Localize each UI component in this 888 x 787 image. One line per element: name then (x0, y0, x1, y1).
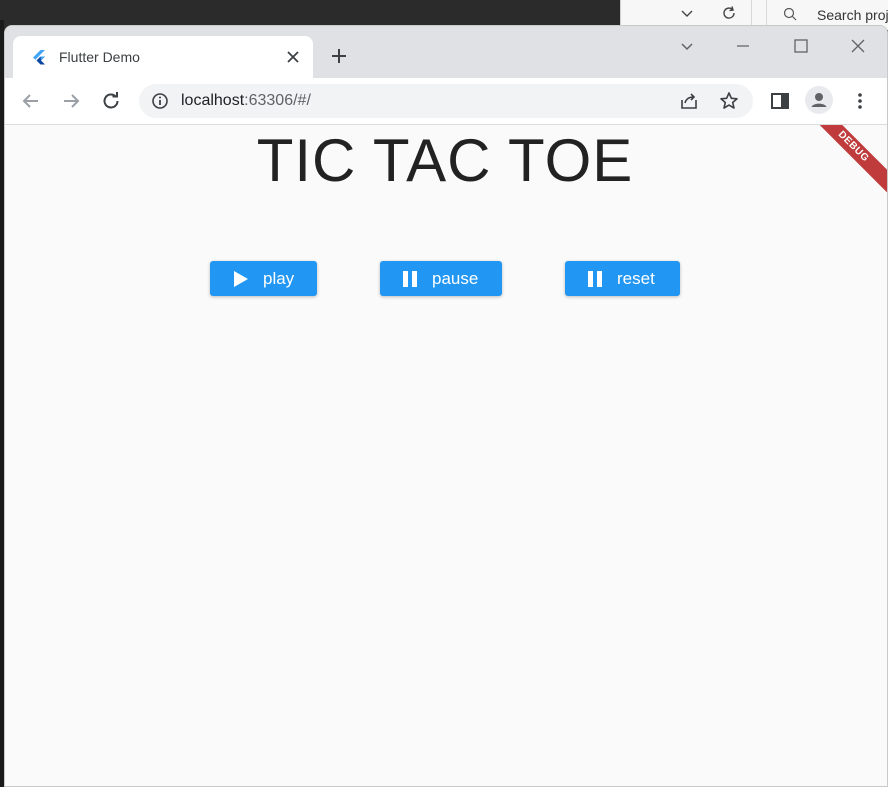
tab-strip: Flutter Demo (5, 26, 887, 78)
pause-button[interactable]: pause (380, 261, 502, 296)
bookmark-star-icon[interactable] (719, 91, 739, 111)
share-icon[interactable] (679, 91, 699, 111)
tab-flutter-demo[interactable]: Flutter Demo (13, 36, 313, 78)
refresh-icon[interactable] (720, 4, 738, 22)
url-path: :63306/#/ (244, 92, 311, 109)
app-page: TIC TAC TOE play pause reset DEBUG (5, 125, 887, 786)
tab-title: Flutter Demo (59, 49, 140, 65)
maximize-icon[interactable] (789, 34, 813, 58)
browser-toolbar: localhost:63306/#/ (5, 78, 887, 125)
pause-icon (403, 270, 417, 287)
search-icon (783, 7, 797, 21)
reset-button[interactable]: reset (565, 261, 680, 296)
site-info-icon[interactable] (151, 92, 169, 110)
close-tab-icon[interactable] (283, 47, 303, 67)
search-placeholder: Search proj (817, 7, 888, 23)
new-tab-icon[interactable] (327, 44, 351, 68)
forward-icon[interactable] (59, 89, 83, 113)
pause-icon (588, 270, 602, 287)
address-bar[interactable]: localhost:63306/#/ (139, 84, 753, 118)
menu-more-icon[interactable] (848, 89, 872, 113)
play-button[interactable]: play (210, 261, 317, 296)
side-panel-icon[interactable] (768, 89, 792, 113)
back-icon[interactable] (19, 89, 43, 113)
play-icon (234, 270, 248, 287)
url-host: localhost (181, 92, 245, 109)
tab-search-icon[interactable] (675, 34, 699, 58)
profile-avatar[interactable] (805, 86, 833, 114)
chevron-down-icon[interactable] (679, 5, 695, 21)
browser-window: Flutter Demo localhost:63306/#/ TIC TAC … (4, 25, 888, 787)
flutter-logo-icon (33, 50, 45, 65)
page-title: TIC TAC TOE (256, 127, 634, 194)
reset-label: reset (617, 268, 655, 288)
reload-icon[interactable] (99, 89, 123, 113)
url-text: localhost:63306/#/ (181, 92, 311, 110)
person-icon (811, 93, 827, 107)
close-window-icon[interactable] (846, 34, 870, 58)
background-window (0, 0, 620, 20)
play-label: play (263, 268, 295, 288)
minimize-icon[interactable] (731, 34, 755, 58)
pause-label: pause (432, 268, 479, 288)
